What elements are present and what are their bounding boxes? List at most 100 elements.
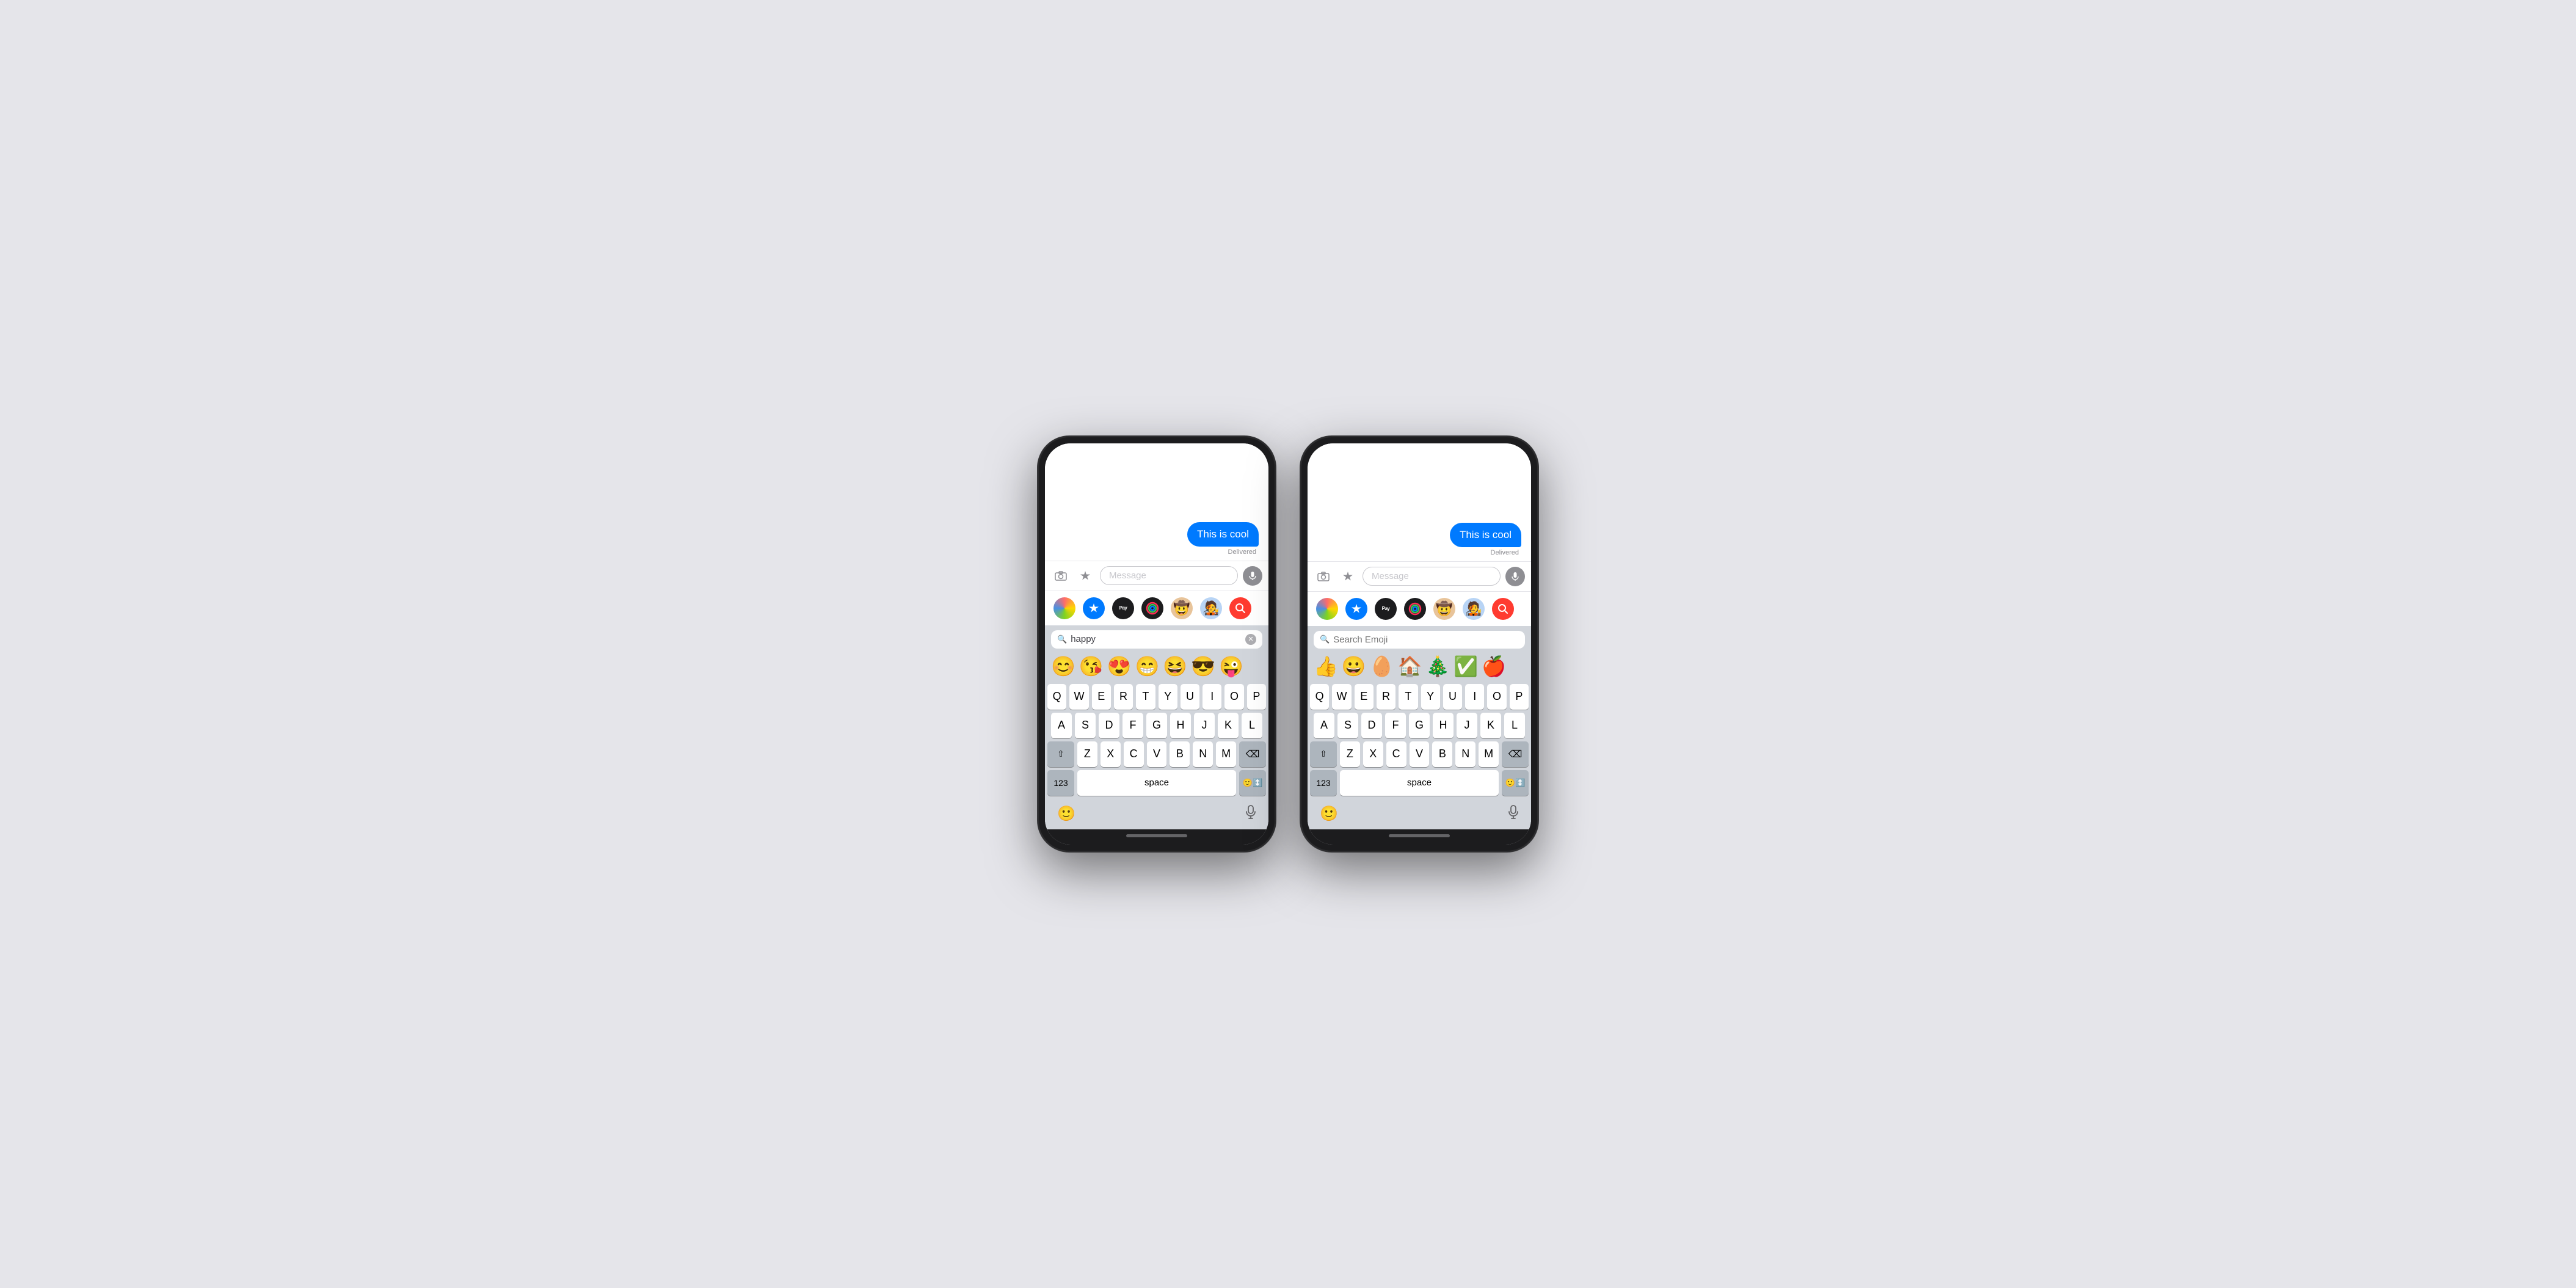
emoji-result-4-left[interactable]: 😆 xyxy=(1163,655,1187,678)
key-J-left[interactable]: J xyxy=(1194,713,1215,738)
key-shift-left[interactable]: ⇧ xyxy=(1047,741,1074,767)
key-U-right[interactable]: U xyxy=(1443,684,1462,710)
camera-button-right[interactable] xyxy=(1314,567,1333,586)
emoji-button-left[interactable]: 🙂 xyxy=(1057,805,1075,823)
key-123-right[interactable]: 123 xyxy=(1310,770,1337,796)
key-R-left[interactable]: R xyxy=(1114,684,1133,710)
applepay-icon-left[interactable]: Pay xyxy=(1112,597,1134,619)
key-L-right[interactable]: L xyxy=(1504,713,1525,738)
appstore-icon-left[interactable] xyxy=(1083,597,1105,619)
mic-button-right[interactable] xyxy=(1508,805,1519,823)
key-emoji-switch-left[interactable]: 🙂↕️ xyxy=(1239,770,1266,796)
camera-button-left[interactable] xyxy=(1051,566,1071,586)
key-X-left[interactable]: X xyxy=(1101,741,1121,767)
voice-button-left[interactable] xyxy=(1243,566,1262,586)
key-O-right[interactable]: O xyxy=(1487,684,1506,710)
fitness-icon-left[interactable] xyxy=(1141,597,1163,619)
voice-button-right[interactable] xyxy=(1505,567,1525,586)
photos-icon-right[interactable] xyxy=(1316,598,1338,620)
key-E-left[interactable]: E xyxy=(1092,684,1111,710)
key-C-right[interactable]: C xyxy=(1386,741,1406,767)
key-Q-left[interactable]: Q xyxy=(1047,684,1066,710)
emoji-search-input-left[interactable] xyxy=(1071,634,1242,644)
key-D-right[interactable]: D xyxy=(1361,713,1382,738)
emoji-result-3-left[interactable]: 😁 xyxy=(1135,655,1160,678)
key-G-left[interactable]: G xyxy=(1146,713,1167,738)
emoji-result-3-right[interactable]: 🏠 xyxy=(1398,655,1422,678)
search-icon-right[interactable] xyxy=(1492,598,1514,620)
key-space-left[interactable]: space xyxy=(1077,770,1236,796)
photos-icon-left[interactable] xyxy=(1053,597,1075,619)
key-P-left[interactable]: P xyxy=(1247,684,1266,710)
memoji2-icon-right[interactable]: 🧑‍🎤 xyxy=(1463,598,1485,620)
key-I-right[interactable]: I xyxy=(1465,684,1484,710)
key-X-right[interactable]: X xyxy=(1363,741,1383,767)
emoji-search-bar-right[interactable]: 🔍 xyxy=(1314,631,1525,649)
memoji1-icon-left[interactable]: 🤠 xyxy=(1171,597,1193,619)
appstore-button-right[interactable] xyxy=(1338,567,1358,586)
key-Q-right[interactable]: Q xyxy=(1310,684,1329,710)
key-G-right[interactable]: G xyxy=(1409,713,1430,738)
message-input-right[interactable]: Message xyxy=(1363,567,1501,586)
emoji-search-bar-left[interactable]: 🔍 ✕ xyxy=(1051,630,1262,649)
fitness-icon-right[interactable] xyxy=(1404,598,1426,620)
emoji-result-2-left[interactable]: 😍 xyxy=(1107,655,1132,678)
emoji-result-5-left[interactable]: 😎 xyxy=(1191,655,1215,678)
key-space-right[interactable]: space xyxy=(1340,770,1499,796)
key-O-left[interactable]: O xyxy=(1224,684,1243,710)
emoji-result-6-left[interactable]: 😜 xyxy=(1219,655,1243,678)
key-A-left[interactable]: A xyxy=(1051,713,1072,738)
key-W-right[interactable]: W xyxy=(1332,684,1351,710)
key-F-left[interactable]: F xyxy=(1122,713,1143,738)
emoji-result-5-right[interactable]: ✅ xyxy=(1454,655,1478,678)
key-shift-right[interactable]: ⇧ xyxy=(1310,741,1337,767)
key-V-right[interactable]: V xyxy=(1410,741,1430,767)
key-S-right[interactable]: S xyxy=(1337,713,1358,738)
key-M-right[interactable]: M xyxy=(1479,741,1499,767)
search-icon-left[interactable] xyxy=(1229,597,1251,619)
message-input-left[interactable]: Message xyxy=(1100,566,1238,585)
key-P-right[interactable]: P xyxy=(1510,684,1529,710)
key-A-right[interactable]: A xyxy=(1314,713,1334,738)
key-W-left[interactable]: W xyxy=(1069,684,1088,710)
key-N-left[interactable]: N xyxy=(1193,741,1213,767)
key-N-right[interactable]: N xyxy=(1455,741,1475,767)
emoji-result-0-left[interactable]: 😊 xyxy=(1051,655,1075,678)
clear-search-button-left[interactable]: ✕ xyxy=(1245,634,1256,645)
key-M-left[interactable]: M xyxy=(1216,741,1236,767)
key-123-left[interactable]: 123 xyxy=(1047,770,1074,796)
key-C-left[interactable]: C xyxy=(1124,741,1144,767)
key-D-left[interactable]: D xyxy=(1099,713,1119,738)
key-T-left[interactable]: T xyxy=(1136,684,1155,710)
key-J-right[interactable]: J xyxy=(1457,713,1477,738)
key-K-right[interactable]: K xyxy=(1480,713,1501,738)
key-H-left[interactable]: H xyxy=(1170,713,1191,738)
memoji1-icon-right[interactable]: 🤠 xyxy=(1433,598,1455,620)
key-Y-right[interactable]: Y xyxy=(1421,684,1440,710)
appstore-button-left[interactable] xyxy=(1075,566,1095,586)
key-L-left[interactable]: L xyxy=(1242,713,1262,738)
emoji-result-0-right[interactable]: 👍 xyxy=(1314,655,1338,678)
emoji-result-1-right[interactable]: 😀 xyxy=(1342,655,1366,678)
key-I-left[interactable]: I xyxy=(1202,684,1221,710)
key-E-right[interactable]: E xyxy=(1355,684,1374,710)
key-B-left[interactable]: B xyxy=(1170,741,1190,767)
key-R-right[interactable]: R xyxy=(1377,684,1395,710)
key-T-right[interactable]: T xyxy=(1399,684,1417,710)
key-S-left[interactable]: S xyxy=(1075,713,1096,738)
appstore-icon-right[interactable] xyxy=(1345,598,1367,620)
key-H-right[interactable]: H xyxy=(1433,713,1454,738)
key-Z-left[interactable]: Z xyxy=(1077,741,1097,767)
key-V-left[interactable]: V xyxy=(1147,741,1167,767)
emoji-result-2-right[interactable]: 🥚 xyxy=(1370,655,1394,678)
key-U-left[interactable]: U xyxy=(1181,684,1199,710)
emoji-result-1-left[interactable]: 😘 xyxy=(1079,655,1104,678)
emoji-result-4-right[interactable]: 🎄 xyxy=(1425,655,1450,678)
key-Z-right[interactable]: Z xyxy=(1340,741,1360,767)
mic-button-left[interactable] xyxy=(1245,805,1256,823)
key-emoji-switch-right[interactable]: 🙂↕️ xyxy=(1502,770,1529,796)
key-delete-left[interactable]: ⌫ xyxy=(1239,741,1266,767)
emoji-button-right[interactable]: 🙂 xyxy=(1320,805,1338,823)
key-K-left[interactable]: K xyxy=(1218,713,1239,738)
memoji2-icon-left[interactable]: 🧑‍🎤 xyxy=(1200,597,1222,619)
